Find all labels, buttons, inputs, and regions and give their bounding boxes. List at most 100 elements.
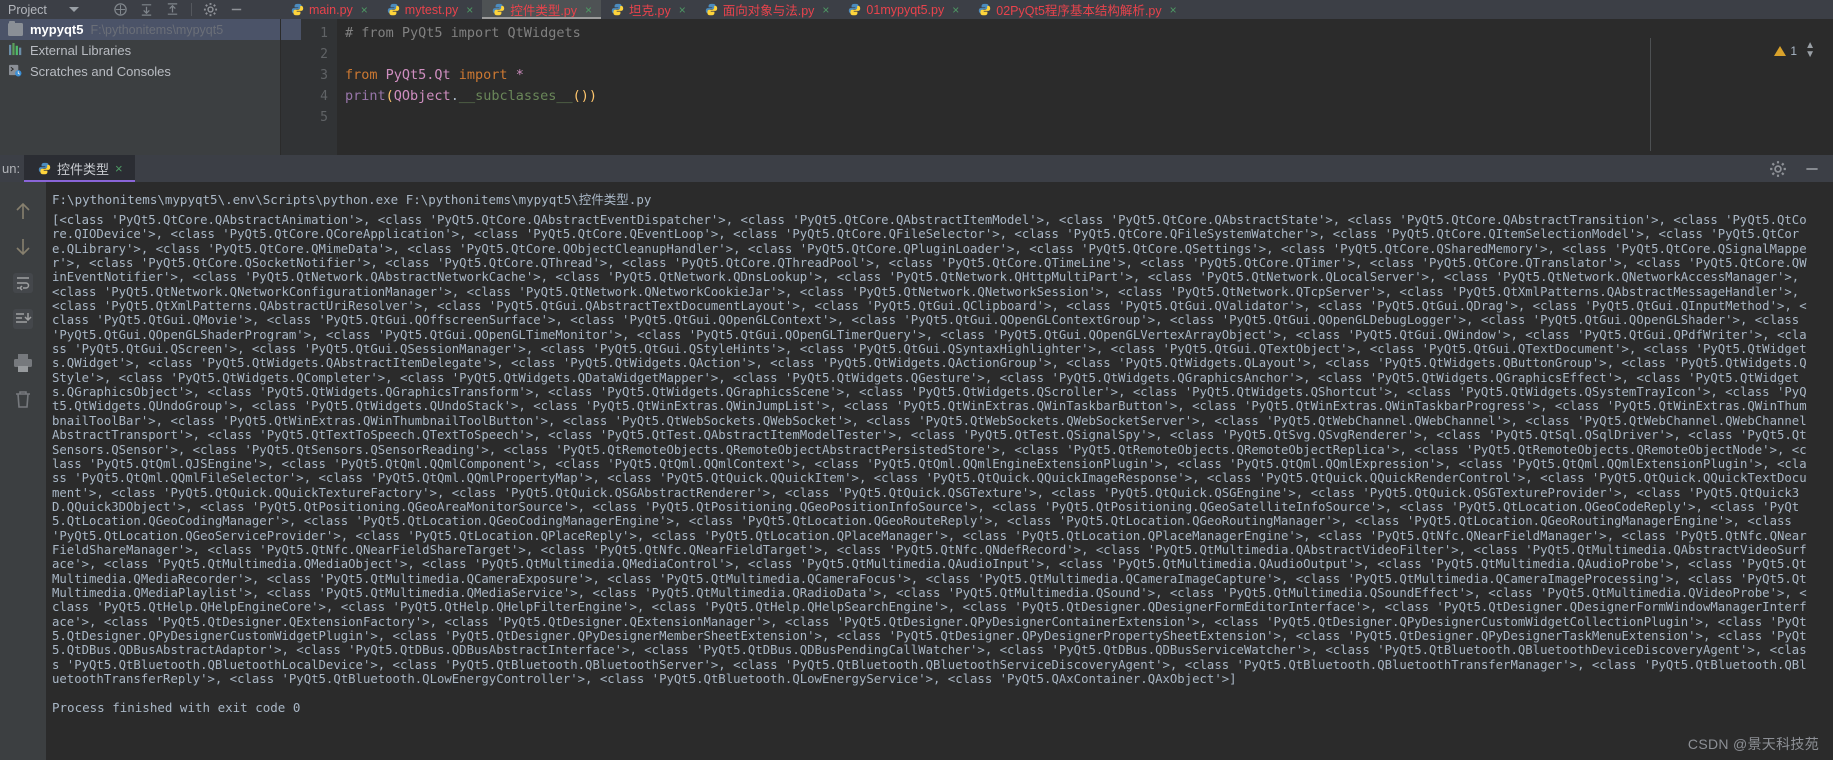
chevron-down-icon[interactable] (68, 7, 79, 12)
close-icon[interactable]: × (466, 3, 473, 17)
code-token: import (458, 67, 516, 83)
close-icon[interactable]: × (115, 161, 123, 176)
minimize-icon[interactable] (1803, 160, 1821, 178)
code-token: PyQt5.Qt (385, 67, 459, 83)
line-number: 1 (320, 26, 328, 41)
run-panel-header: un: 控件类型 × (0, 155, 1833, 182)
editor-tab-label: 控件类型.py (510, 4, 577, 18)
editor-tab-label: 面向对象与法.py (722, 4, 815, 18)
editor-tabbar: main.py × mytest.py × 控件类型.py × 坦克.py × 面向对象与法.p… (281, 0, 1833, 19)
divider (1650, 38, 1651, 151)
tree-item-label: External Libraries (30, 43, 132, 58)
code-token: from (345, 67, 386, 83)
chevron-down-icon[interactable]: ▼ (1805, 50, 1815, 60)
pycharm-window: Project main.py × mytest.py × 控件类型.py × … (0, 0, 1833, 760)
editor-tab[interactable]: 面向对象与法.py × (695, 0, 839, 19)
gear-icon[interactable] (1769, 160, 1787, 178)
tree-item-label: Scratches and Consoles (30, 64, 171, 79)
run-console[interactable]: F:\pythonitems\mypyqt5\.env\Scripts\pyth… (46, 182, 1833, 760)
code-token: __subclasses__ (458, 88, 573, 104)
sidebar-item-external-libraries[interactable]: External Libraries (0, 40, 280, 61)
editor-tab-label: mytest.py (404, 2, 459, 17)
libraries-icon (8, 42, 23, 59)
collapse-lines-icon[interactable] (165, 2, 180, 17)
close-icon[interactable]: × (585, 3, 592, 17)
code-token: QObject (393, 88, 451, 104)
editor-tab[interactable]: main.py × (281, 0, 377, 19)
code-token: print (345, 88, 386, 104)
run-panel-label: un: (2, 161, 21, 176)
editor-code-area[interactable]: # from PyQt5 import QtWidgets from PyQt5… (337, 19, 1833, 155)
console-output: [<class 'PyQt5.QtCore.QAbstractAnimation… (52, 213, 1807, 686)
run-tab-controls[interactable]: 控件类型 × (24, 155, 135, 182)
line-number: 2 (320, 47, 328, 62)
run-panel-toolbar (0, 182, 46, 760)
expand-all-icon[interactable] (139, 2, 154, 17)
code-token: ( (385, 88, 394, 104)
print-icon[interactable] (12, 352, 34, 374)
editor-tab-label: 坦克.py (629, 4, 671, 18)
editor-tab[interactable]: 01mypyqt5.py × (838, 0, 968, 19)
console-command: F:\pythonitems\mypyqt5\.env\Scripts\pyth… (52, 192, 652, 207)
trash-icon[interactable] (12, 388, 34, 410)
editor-tab-label: main.py (309, 2, 353, 17)
collapse-all-icon[interactable] (113, 2, 128, 17)
python-file-icon (492, 3, 505, 16)
code-line[interactable] (345, 44, 1833, 65)
close-icon[interactable]: × (822, 3, 829, 17)
soft-wrap-icon[interactable] (12, 272, 34, 294)
code-line[interactable]: print(QObject.__subclasses__()) (345, 86, 1833, 107)
python-file-icon (38, 162, 51, 175)
close-icon[interactable]: × (361, 3, 368, 17)
project-panel-header[interactable]: Project (0, 0, 280, 19)
code-token: ) (588, 88, 598, 104)
folder-icon (8, 20, 23, 36)
editor-tab[interactable]: 02PyQt5程序基本结构解析.py × (968, 0, 1185, 19)
warning-count: 1 (1790, 43, 1798, 58)
scroll-up-icon[interactable] (12, 200, 34, 222)
code-token: . (450, 88, 459, 104)
editor-tab-label: 02PyQt5程序基本结构解析.py (996, 4, 1162, 18)
tree-item-label: mypyqt5 (30, 22, 84, 37)
line-number: 3 (320, 68, 328, 83)
editor-tab[interactable]: 坦克.py × (601, 0, 695, 19)
project-tree: mypyqt5 F:\pythonitems\mypyqt5 External Li… (0, 19, 280, 155)
divider (190, 3, 192, 16)
python-file-icon (387, 3, 400, 16)
code-token: () (572, 88, 589, 104)
scratches-icon (8, 64, 23, 80)
editor-tab-label: 01mypyqt5.py (866, 2, 945, 17)
sidebar-item-project-root[interactable]: mypyqt5 F:\pythonitems\mypyqt5 (0, 19, 280, 40)
python-file-icon (291, 3, 304, 16)
scroll-to-end-icon[interactable] (12, 308, 34, 330)
gear-icon[interactable] (203, 2, 218, 17)
python-file-icon (705, 3, 718, 16)
line-number: 5 (320, 110, 328, 125)
watermark: CSDN @景天科技苑 (1687, 736, 1819, 752)
inspection-widget[interactable]: 1 ▲ ▼ (1774, 41, 1815, 60)
code-line[interactable]: from PyQt5.Qt import * (345, 65, 1833, 86)
code-line[interactable]: # from PyQt5 import QtWidgets (345, 23, 1833, 44)
code-editor[interactable]: 1 2 3 4 5 # from PyQt5 import QtWidgets from… (281, 19, 1833, 155)
sidebar-item-scratches-consoles[interactable]: Scratches and Consoles (0, 61, 280, 82)
editor-marker-column (281, 19, 301, 155)
python-file-icon (848, 3, 861, 16)
close-icon[interactable]: × (1170, 3, 1177, 17)
close-icon[interactable]: × (679, 3, 686, 17)
editor-line-numbers: 1 2 3 4 5 (301, 19, 337, 155)
run-panel: un: 控件类型 × F:\pythonitems\mypyqt5\.env\S… (0, 155, 1833, 760)
python-file-icon (978, 3, 991, 16)
line-number: 4 (320, 89, 328, 104)
code-token: # from PyQt5 import QtWidgets (345, 25, 581, 41)
close-icon[interactable]: × (952, 3, 959, 17)
code-token: * (515, 67, 524, 83)
tree-item-path: F:\pythonitems\mypyqt5 (90, 22, 224, 37)
code-line[interactable] (345, 107, 1833, 128)
minimize-icon[interactable] (229, 2, 244, 17)
editor-tab[interactable]: mytest.py × (377, 0, 483, 19)
editor-tab[interactable]: 控件类型.py × (482, 0, 602, 19)
project-panel-title: Project (8, 2, 47, 17)
console-exit-status: Process finished with exit code 0 (52, 700, 301, 716)
scroll-down-icon[interactable] (12, 236, 34, 258)
python-file-icon (611, 3, 624, 16)
